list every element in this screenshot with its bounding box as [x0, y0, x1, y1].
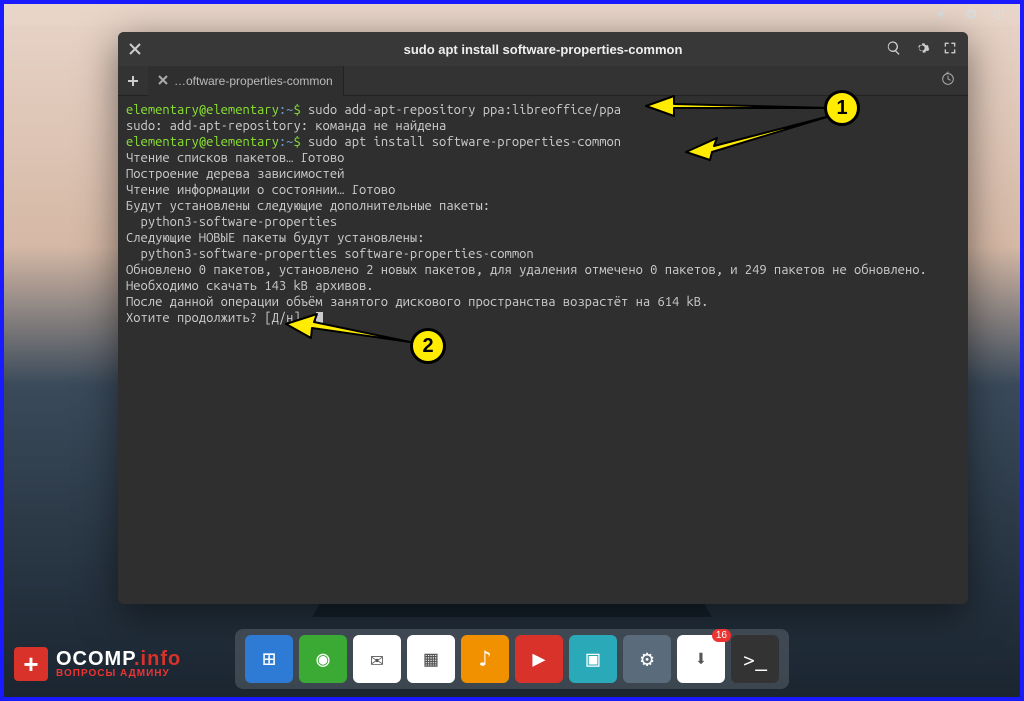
dock-music[interactable]: ♪ [461, 635, 509, 683]
dock-terminal[interactable]: >_ [731, 635, 779, 683]
window-titlebar: sudo apt install software-properties-com… [118, 32, 968, 66]
dock-browser[interactable]: ◉ [299, 635, 347, 683]
sound-icon[interactable] [936, 7, 950, 24]
error-line: sudo: add-apt-repository: команда не най… [126, 119, 446, 133]
tab-label: …oftware-properties-common [174, 74, 333, 88]
window-title: sudo apt install software-properties-com… [404, 42, 683, 57]
dock-mail[interactable]: ✉ [353, 635, 401, 683]
dock-calendar[interactable]: ▦ [407, 635, 455, 683]
command-1: sudo add-apt-repository ppa:libreoffice/… [308, 103, 621, 117]
settings-gear-icon[interactable] [914, 40, 930, 59]
window-close-button[interactable] [118, 32, 152, 66]
dock-videos[interactable]: ▶ [515, 635, 563, 683]
tab-close-icon[interactable] [158, 74, 168, 88]
prompt-user: elementary@elementary [126, 103, 279, 117]
dock-switchboard[interactable]: ⚙ [623, 635, 671, 683]
command-2: sudo apt install software-properties-com… [308, 135, 621, 149]
dock-appcenter[interactable]: ⬇16 [677, 635, 725, 683]
maximize-icon[interactable] [942, 40, 958, 59]
history-icon[interactable] [940, 71, 968, 90]
terminal-tab[interactable]: …oftware-properties-common [148, 66, 344, 96]
dock-multitasking[interactable]: ⊞ [245, 635, 293, 683]
site-logo: + OCOMP.info ВОПРОСЫ АДМИНУ [14, 647, 181, 681]
dock: ⊞◉✉▦♪▶▣⚙⬇16>_ [235, 629, 789, 689]
logo-plus-icon: + [14, 647, 48, 681]
settings-indicator-icon[interactable] [964, 7, 978, 24]
dock-badge: 16 [712, 629, 731, 642]
annotation-arrow-2 [284, 312, 414, 352]
terminal-output[interactable]: elementary@elementary:~$ sudo add-apt-re… [118, 96, 968, 604]
new-tab-button[interactable] [118, 66, 148, 96]
annotation-callout-2: 2 [410, 328, 446, 364]
dock-photos[interactable]: ▣ [569, 635, 617, 683]
power-icon[interactable] [992, 7, 1006, 24]
annotation-arrow-1b [684, 112, 834, 162]
search-icon[interactable] [886, 40, 902, 59]
annotation-callout-1: 1 [824, 90, 860, 126]
system-topbar [4, 4, 1020, 26]
